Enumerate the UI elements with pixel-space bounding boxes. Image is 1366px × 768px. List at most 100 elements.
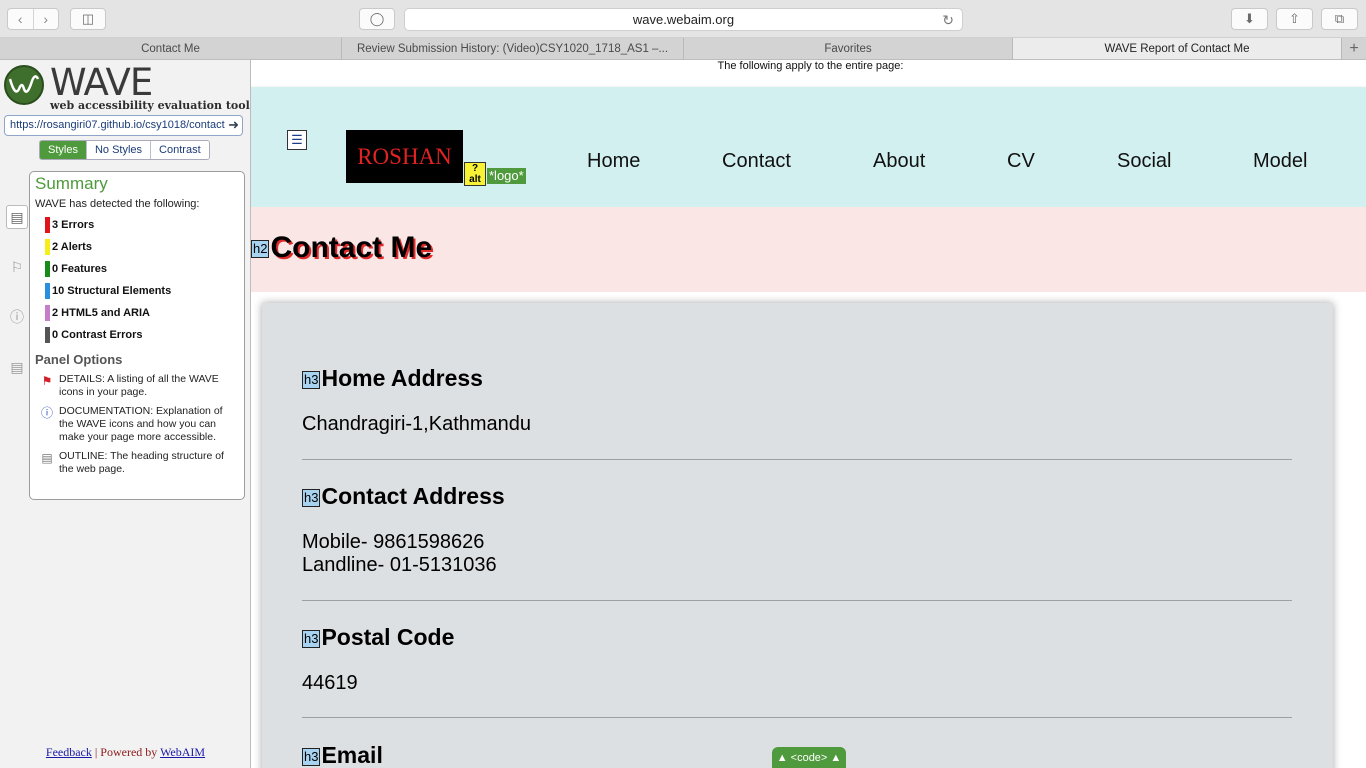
wave-sidebar: WAVE web accessibility evaluation tool h… xyxy=(0,60,251,768)
info-icon[interactable]: ⓘ xyxy=(35,405,59,444)
summary-clipboard-icon[interactable]: ▤ xyxy=(6,205,28,229)
aria-bar xyxy=(45,305,50,321)
alerts-bar xyxy=(45,239,50,255)
section-line: Mobile- 9861598626 xyxy=(302,531,485,553)
tab-label: Favorites xyxy=(824,42,872,55)
download-icon[interactable]: ⬇ xyxy=(1231,8,1268,30)
nav-contact[interactable]: Contact xyxy=(722,150,791,173)
go-arrow-icon[interactable]: ➜ xyxy=(228,117,239,133)
styles-button[interactable]: Styles xyxy=(40,141,86,159)
wave-logo-icon xyxy=(4,65,44,105)
stat-label: 10 Structural Elements xyxy=(52,285,172,297)
documentation-info-icon[interactable]: ⓘ xyxy=(6,305,28,329)
panel-icon-rail: ▤ ⚐ ⓘ ▤ xyxy=(6,205,28,405)
section-line: 44619 xyxy=(302,672,358,694)
outline-document-icon[interactable]: ▤ xyxy=(6,355,28,379)
summary-panel: Summary WAVE has detected the following:… xyxy=(29,171,245,500)
tab-bar: Contact Me Review Submission History: (V… xyxy=(0,38,1366,60)
page-title: h2 Contact Me xyxy=(251,231,432,265)
wave-tagline: web accessibility evaluation tool xyxy=(50,99,250,112)
list-icon[interactable]: ☰ xyxy=(287,130,307,150)
section-heading: h3 Postal Code xyxy=(302,624,1292,651)
nav-home[interactable]: Home xyxy=(587,150,640,173)
stat-contrast: 0 Contrast Errors xyxy=(45,324,239,346)
stat-label: 0 Contrast Errors xyxy=(52,329,143,341)
option-text: OUTLINE: The heading structure of the we… xyxy=(59,450,224,475)
site-header: ☰ ROSHAN ? alt *logo* Home Contact About … xyxy=(251,87,1366,207)
wave-url-value: https://rosangiri07.github.io/csy1018/co… xyxy=(10,119,225,131)
page-notice: The following apply to the entire page: xyxy=(251,60,1366,76)
section-postal-code: h3 Postal Code 44619 xyxy=(302,624,1292,695)
wave-logo[interactable]: WAVE web accessibility evaluation tool xyxy=(4,61,250,112)
code-toggle-button[interactable]: ▲ <code> ▲ xyxy=(772,747,846,768)
alt-alert-icon[interactable]: ? alt xyxy=(464,162,486,186)
option-text: DETAILS: A listing of all the WAVE icons… xyxy=(59,373,219,398)
brand-logo[interactable]: ROSHAN xyxy=(346,130,463,183)
section-contact-address: h3 Contact Address Mobile- 9861598626 Lan… xyxy=(302,483,1292,577)
tab-label: Contact Me xyxy=(141,42,200,55)
option-documentation: ⓘ DOCUMENTATION: Explanation of the WAVE… xyxy=(35,405,239,444)
tab-review-submission[interactable]: Review Submission History: (Video)CSY102… xyxy=(342,38,684,59)
nav-cv[interactable]: CV xyxy=(1007,150,1035,173)
errors-bar xyxy=(45,217,50,233)
nav-social[interactable]: Social xyxy=(1117,150,1171,173)
no-styles-button[interactable]: No Styles xyxy=(85,141,151,159)
style-toggle: Styles No Styles Contrast xyxy=(39,140,210,160)
evaluated-page: The following apply to the entire page: … xyxy=(251,60,1366,768)
tabs-overview-icon[interactable]: ⧉ xyxy=(1321,8,1358,30)
sidebar-toggle-icon[interactable]: ◫ xyxy=(70,8,106,30)
option-text: DOCUMENTATION: Explanation of the WAVE i… xyxy=(59,405,223,443)
summary-intro: WAVE has detected the following: xyxy=(35,198,200,210)
stat-label: 0 Features xyxy=(52,263,108,275)
stat-alerts: 2 Alerts xyxy=(45,236,239,258)
panel-options-title: Panel Options xyxy=(35,352,123,367)
divider xyxy=(302,600,1292,601)
page-notice-text: The following apply to the entire page: xyxy=(717,60,904,72)
outline-icon[interactable]: ▤ xyxy=(35,450,59,476)
h3-icon[interactable]: h3 xyxy=(302,370,321,389)
feedback-link[interactable]: Feedback xyxy=(46,745,92,759)
alt-icon-label: alt xyxy=(469,174,481,185)
contrast-button[interactable]: Contrast xyxy=(150,141,209,159)
forward-icon[interactable]: › xyxy=(34,9,59,29)
summary-title: Summary xyxy=(35,174,108,193)
stat-errors: 3 Errors xyxy=(45,214,239,236)
shield-icon[interactable]: ◯ xyxy=(359,8,395,30)
new-tab-button[interactable]: + xyxy=(1342,38,1366,59)
stat-html5-aria: 2 HTML5 and ARIA xyxy=(45,302,239,324)
tab-label: WAVE Report of Contact Me xyxy=(1104,42,1250,55)
stat-label: 3 Errors xyxy=(52,219,95,231)
wave-logo-word: WAVE xyxy=(50,61,153,104)
tab-wave-report[interactable]: WAVE Report of Contact Me xyxy=(1013,38,1342,59)
h2-icon[interactable]: h2 xyxy=(251,240,270,259)
reload-icon[interactable]: ↻ xyxy=(942,12,954,29)
divider xyxy=(302,717,1292,718)
share-icon[interactable]: ⇧ xyxy=(1276,8,1313,30)
features-bar xyxy=(45,261,50,277)
page-hero: h2 Contact Me xyxy=(251,207,1366,292)
tab-contact-me[interactable]: Contact Me xyxy=(0,38,342,59)
h3-icon[interactable]: h3 xyxy=(302,629,321,648)
wave-url-input[interactable]: https://rosangiri07.github.io/csy1018/co… xyxy=(4,115,243,136)
webaim-link[interactable]: WebAIM xyxy=(160,745,205,759)
section-home-address: h3 Home Address Chandragiri-1,Kathmandu xyxy=(302,365,1292,436)
h3-icon[interactable]: h3 xyxy=(302,747,321,766)
contrast-bar xyxy=(45,327,50,343)
section-line: Chandragiri-1,Kathmandu xyxy=(302,413,532,435)
footer-separator: | Powered by xyxy=(91,745,161,759)
nav-about[interactable]: About xyxy=(873,150,925,173)
section-heading-text: Postal Code xyxy=(321,624,455,650)
structural-bar xyxy=(45,283,50,299)
contact-card: h3 Home Address Chandragiri-1,Kathmandu h… xyxy=(262,303,1333,768)
tab-label: Review Submission History: (Video)CSY102… xyxy=(356,42,669,55)
stat-label: 2 Alerts xyxy=(52,241,92,253)
address-text: wave.webaim.org xyxy=(632,12,735,27)
h3-icon[interactable]: h3 xyxy=(302,488,321,507)
back-icon[interactable]: ‹ xyxy=(8,9,34,29)
section-heading: h3 Contact Address xyxy=(302,483,1292,510)
tab-favorites[interactable]: Favorites xyxy=(684,38,1013,59)
nav-model[interactable]: Model xyxy=(1253,150,1307,173)
address-bar[interactable]: wave.webaim.org ↻ xyxy=(404,8,963,31)
details-flag-icon[interactable]: ⚐ xyxy=(6,255,28,279)
details-icon[interactable]: ⚑ xyxy=(35,373,59,399)
